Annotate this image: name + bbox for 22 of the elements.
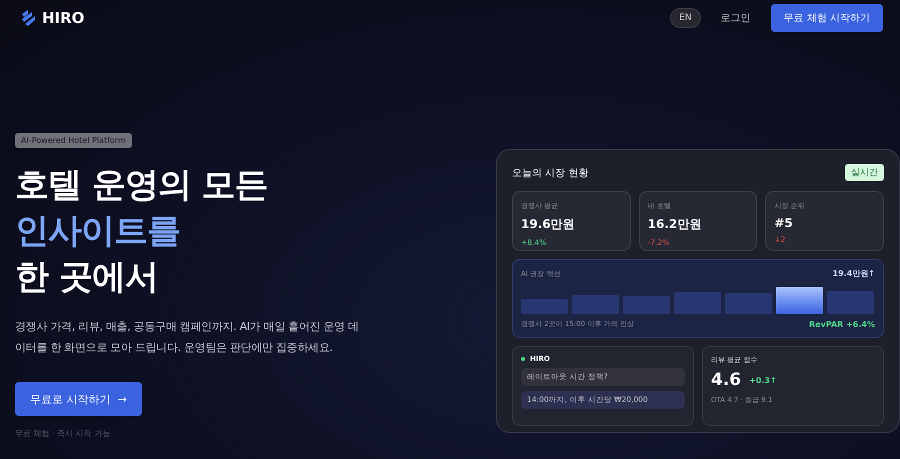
language-button[interactable]: EN: [670, 8, 701, 28]
review-change: +0.3↑: [749, 376, 777, 384]
stat-value: 16.2만원: [648, 216, 702, 233]
login-link[interactable]: 로그인: [720, 11, 751, 25]
hero-title: 인사이트를: [15, 210, 181, 253]
free-trial-button[interactable]: 무료 체험 시작하기: [770, 4, 883, 32]
hero-title: 한 곳에서: [15, 256, 159, 299]
dashboard-title: 오늘의 시장 현황: [512, 166, 588, 180]
platform-badge: AI-Powered Hotel Platform: [15, 133, 132, 148]
start-free-button[interactable]: 무료로 시작하기 →: [15, 382, 142, 416]
live-badge: 실시간: [845, 164, 884, 181]
hero-description: 경쟁사 가격, 리뷰, 매출, 공동구매 캠페인까지. AI가 매일 흩어진 운영 데이터를 한 화면으로 모아 드립니다. 운영팀은 판단에만 집중하세요.: [15, 319, 360, 356]
status-dot-icon: [521, 357, 525, 361]
action-amount: 19.4만원↑: [832, 268, 875, 279]
stat-value: 19.6만원: [521, 216, 576, 233]
hero-title: 호텔 운영의 모든: [15, 164, 269, 207]
stat-value: #5: [774, 216, 794, 230]
revpar-metric: RevPAR +6.4%: [809, 320, 875, 328]
trial-note: 무료 체험 · 즉시 시작 가능: [15, 428, 112, 439]
logo-icon: [20, 10, 38, 26]
brand-name: HIRO: [42, 9, 84, 27]
review-score: 4.6: [711, 370, 742, 390]
